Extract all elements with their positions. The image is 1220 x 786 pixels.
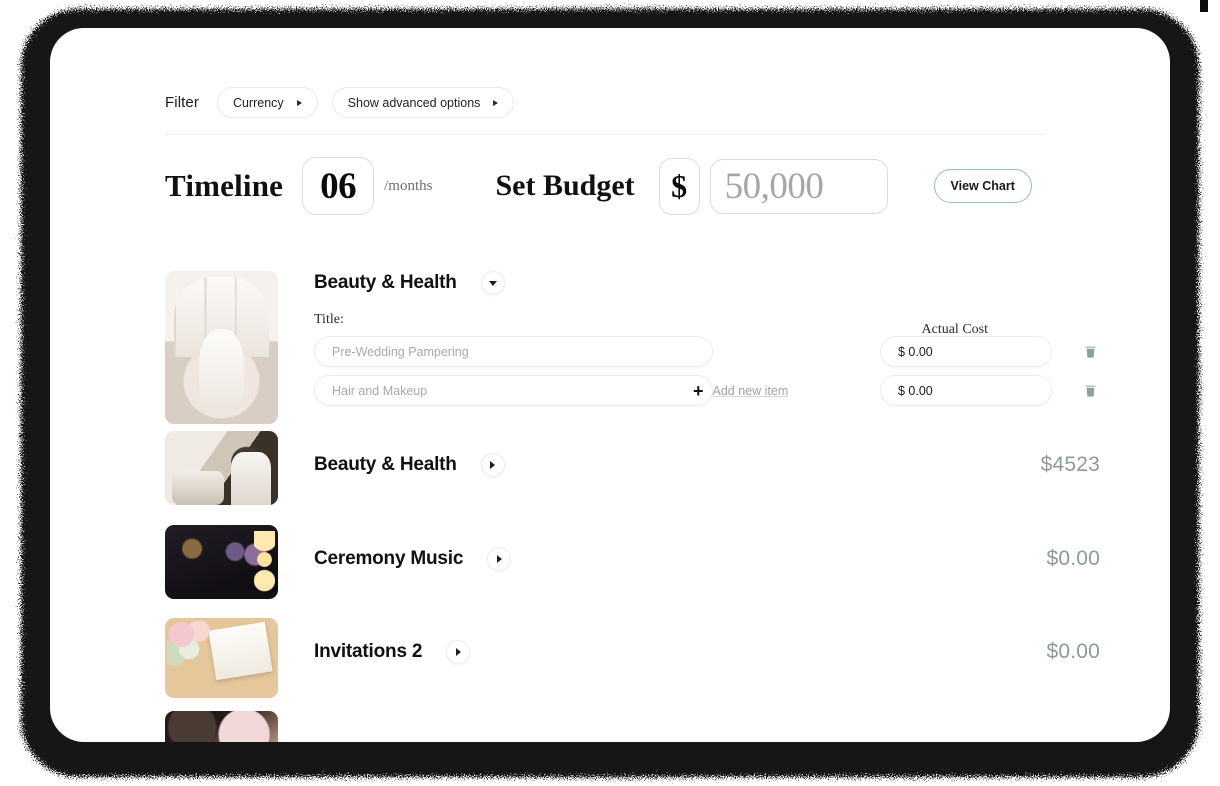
item-title-placeholder: Pre-Wedding Pampering (332, 344, 469, 359)
app-surface: Filter Currency Show advanced options Ti… (50, 28, 1170, 742)
category-list: Beauty & Health Title: Actual Cost Pre-W… (165, 271, 1100, 742)
caret-right-icon (296, 99, 302, 106)
add-new-item-label: Add new item (712, 383, 789, 398)
category-name: Beauty & Health (314, 272, 457, 293)
title-column-label: Title: (314, 312, 344, 327)
item-row: Hair and Makeup + Add new item $ 0.00 (314, 375, 1100, 406)
dollar-sign-icon: $ (671, 167, 688, 204)
category-thumbnail (165, 618, 278, 698)
category-row-partial[interactable] (165, 711, 1100, 742)
set-budget-label: Set Budget (495, 169, 635, 202)
timeline-budget-row: Timeline 06 /months Set Budget $ 50,000 … (165, 157, 1032, 215)
category-name: Ceremony Music (314, 548, 464, 569)
advanced-options-chip[interactable]: Show advanced options (331, 87, 515, 118)
chevron-right-icon (496, 555, 502, 563)
category-amount: $0.00 (1046, 640, 1100, 663)
category-thumbnail (165, 525, 278, 599)
category-toggle-button[interactable] (487, 547, 512, 571)
caret-right-icon (493, 99, 499, 106)
advanced-options-label: Show advanced options (347, 95, 481, 110)
device-notch-dot (1200, 0, 1208, 12)
chevron-down-icon (488, 280, 497, 286)
category-row: Beauty & Health Title: Actual Cost Pre-W… (165, 271, 1100, 431)
chevron-right-icon (490, 461, 496, 469)
category-thumbnail (165, 271, 278, 424)
months-unit-label: /months (384, 177, 433, 194)
months-input[interactable]: 06 (302, 157, 375, 215)
category-amount: $4523 (1040, 453, 1100, 476)
currency-chip-label: Currency (232, 95, 284, 110)
category-row[interactable]: Ceremony Music $0.00 (165, 525, 1100, 618)
budget-input[interactable]: 50,000 (709, 158, 888, 214)
category-row[interactable]: Invitations 2 $0.00 (165, 618, 1100, 711)
filter-label: Filter (165, 94, 199, 111)
view-chart-button[interactable]: View Chart (933, 169, 1032, 203)
view-chart-label: View Chart (950, 179, 1015, 193)
item-title-input[interactable]: Pre-Wedding Pampering (314, 336, 713, 367)
item-title-input[interactable]: Hair and Makeup (314, 375, 713, 406)
chevron-right-icon (455, 648, 461, 656)
plus-icon: + (693, 380, 704, 401)
category-name: Beauty & Health (314, 454, 457, 475)
item-cost-input[interactable]: $ 0.00 (880, 375, 1052, 406)
category-toggle-button[interactable] (446, 640, 471, 664)
trash-icon[interactable] (1083, 383, 1098, 399)
category-toggle-button[interactable] (480, 453, 505, 477)
currency-selector[interactable]: $ (658, 157, 700, 215)
category-toggle-button[interactable] (480, 271, 505, 295)
filter-bar: Filter Currency Show advanced options (165, 87, 515, 118)
item-title-placeholder: Hair and Makeup (332, 383, 428, 398)
timeline-label: Timeline (165, 168, 284, 203)
category-name: Invitations 2 (314, 641, 423, 662)
add-new-item-button[interactable]: + Add new item (693, 382, 788, 400)
currency-filter-chip[interactable]: Currency (216, 87, 318, 118)
category-amount: $0.00 (1046, 547, 1100, 570)
budget-placeholder: 50,000 (724, 165, 824, 207)
item-cost-value: $ 0.00 (898, 383, 933, 398)
months-value: 06 (320, 165, 357, 207)
item-row: Pre-Wedding Pampering $ 0.00 (314, 336, 1100, 367)
item-cost-input[interactable]: $ 0.00 (880, 336, 1052, 367)
category-row[interactable]: Beauty & Health $4523 (165, 431, 1100, 525)
category-thumbnail (165, 711, 278, 742)
category-thumbnail (165, 431, 278, 505)
header-divider (165, 134, 1045, 135)
trash-icon[interactable] (1083, 344, 1098, 360)
item-cost-value: $ 0.00 (898, 344, 933, 359)
